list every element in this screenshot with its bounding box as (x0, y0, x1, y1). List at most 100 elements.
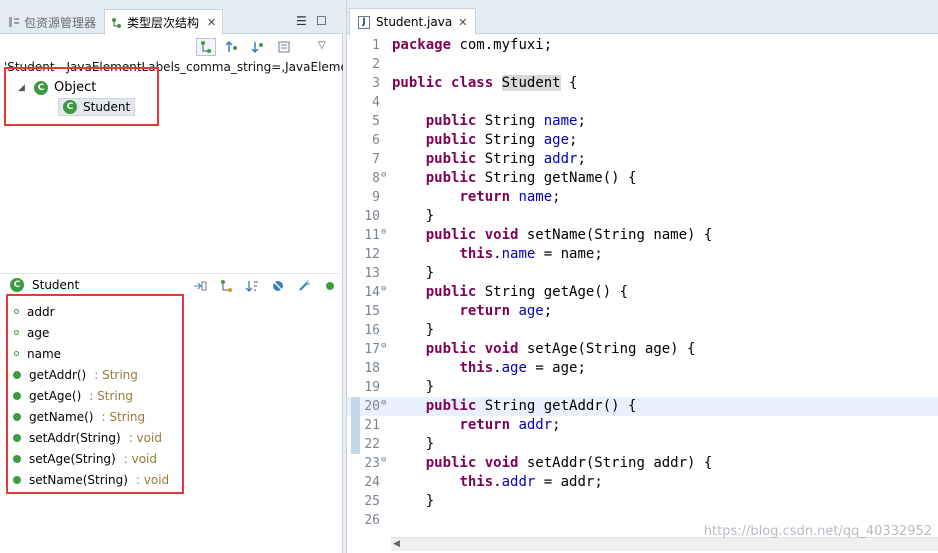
horizontal-scrollbar[interactable]: ◀ (391, 537, 938, 551)
subtype-hierarchy-icon (251, 42, 263, 54)
line-number: 1 (372, 38, 380, 53)
code-line[interactable]: 2 (347, 55, 938, 74)
tab-package-explorer-label: 包资源管理器 (24, 15, 97, 30)
code-line[interactable]: 20 ⊖ public String getAddr() { (347, 397, 938, 416)
code-text: this.addr = addr; (459, 474, 603, 490)
hide-non-public-button[interactable] (320, 277, 340, 295)
code-line[interactable]: 23 ⊖ public void setAddr(String addr) { (347, 454, 938, 473)
tab-student-java[interactable]: J Student.java ✕ (349, 8, 477, 35)
code-text: } (392, 436, 435, 452)
show-inherited-members-button[interactable] (216, 277, 236, 295)
scroll-left-icon[interactable]: ◀ (393, 539, 400, 549)
hide-fields-icon (272, 280, 284, 292)
code-text: public String getName() { (425, 170, 637, 186)
line-number: 3 (372, 76, 380, 91)
line-number: 24 (364, 475, 380, 490)
view-menu-icon[interactable]: ☰ (296, 14, 307, 28)
code-line[interactable]: 3 public class Student { (347, 74, 938, 93)
fold-toggle-icon[interactable]: ⊖ (381, 223, 386, 242)
code-line[interactable]: 10 } (347, 207, 938, 226)
highlight-box-members (6, 294, 184, 494)
line-number: 23 (364, 456, 380, 471)
code-line[interactable]: 12 this.name = name; (347, 245, 938, 264)
code-line[interactable]: 15 return age; (347, 302, 938, 321)
type-hierarchy-view: 包资源管理器 类型层次结构 ✕ ☰ ☐ ▽ 'Student - JavaEle… (0, 0, 343, 553)
code-line[interactable]: 25 } (347, 492, 938, 511)
member-toolbar: S (190, 277, 340, 295)
code-line[interactable]: 9 return name; (347, 188, 938, 207)
show-type-hierarchy-button[interactable] (196, 38, 216, 56)
code-line[interactable]: 6 public String age; (347, 131, 938, 150)
line-number: 9 (372, 190, 380, 205)
show-supertype-hierarchy-button[interactable] (222, 38, 242, 56)
code-text: public class Student { (392, 75, 578, 91)
code-text: } (392, 208, 435, 224)
fold-toggle-icon[interactable]: ⊖ (381, 337, 386, 356)
code-text: return age; (459, 303, 553, 319)
history-list-icon (278, 41, 290, 53)
code-line[interactable]: 1 package com.myfuxi; (347, 36, 938, 55)
code-line[interactable]: 22 } (347, 435, 938, 454)
code-text: public String addr; (425, 151, 586, 167)
code-text: public void setAddr(String addr) { (425, 455, 713, 471)
code-text: } (392, 379, 435, 395)
fold-toggle-icon[interactable]: ⊖ (381, 394, 386, 413)
fold-toggle-icon[interactable]: ⊖ (381, 166, 386, 185)
code-text: this.age = age; (459, 360, 586, 376)
close-tab-icon[interactable]: ✕ (458, 16, 467, 29)
supertype-hierarchy-icon (225, 40, 237, 52)
type-hierarchy-icon (201, 41, 211, 53)
code-line[interactable]: 14 ⊖ public String getAge() { (347, 283, 938, 302)
code-line[interactable]: 5 public String name; (347, 112, 938, 131)
tab-package-explorer[interactable]: 包资源管理器 (2, 10, 102, 34)
fold-toggle-icon[interactable]: ⊖ (381, 451, 386, 470)
line-number: 5 (372, 114, 380, 129)
code-area[interactable]: 1 package com.myfuxi; 2 3 public class Stude… (347, 36, 938, 530)
code-line[interactable]: 16 } (347, 321, 938, 340)
lock-view-button[interactable] (190, 277, 210, 295)
lock-view-icon (194, 281, 207, 291)
editor-tab-bar: J Student.java ✕ (347, 0, 938, 35)
tab-type-hierarchy[interactable]: 类型层次结构 ✕ (104, 9, 224, 35)
highlight-box-hierarchy (4, 67, 159, 126)
public-method-icon (326, 282, 334, 290)
code-line[interactable]: 21 return addr; (347, 416, 938, 435)
view-menu-chevron-down-icon[interactable]: ▽ (318, 40, 326, 51)
hide-static-button[interactable]: S (294, 277, 314, 295)
code-line[interactable]: 19 } (347, 378, 938, 397)
fold-toggle-icon[interactable]: ⊖ (381, 280, 386, 299)
svg-text:S: S (306, 280, 310, 287)
line-number: 4 (372, 95, 380, 110)
history-button[interactable] (274, 38, 294, 56)
code-line[interactable]: 18 this.age = age; (347, 359, 938, 378)
line-number: 16 (364, 323, 380, 338)
line-number: 15 (364, 304, 380, 319)
eclipse-window: 包资源管理器 类型层次结构 ✕ ☰ ☐ ▽ 'Student - JavaEle… (0, 0, 938, 553)
line-number: 2 (372, 57, 380, 72)
show-subtype-hierarchy-button[interactable] (248, 38, 268, 56)
line-number: 17 (364, 342, 380, 357)
code-text: public String getAge() { (425, 284, 629, 300)
code-line[interactable]: 11 ⊖ public void setName(String name) { (347, 226, 938, 245)
maximize-icon[interactable]: ☐ (316, 14, 327, 28)
sort-icon (245, 281, 258, 292)
hierarchy-toolbar (196, 38, 294, 56)
code-text: public String getAddr() { (425, 398, 637, 414)
code-line[interactable]: 8 ⊖ public String getName() { (347, 169, 938, 188)
code-line[interactable]: 24 this.addr = addr; (347, 473, 938, 492)
type-hierarchy-icon (112, 17, 121, 28)
line-number: 6 (372, 133, 380, 148)
code-line[interactable]: 7 public String addr; (347, 150, 938, 169)
line-number: 19 (364, 380, 380, 395)
close-tab-icon[interactable]: ✕ (207, 16, 216, 29)
editor-tab-label: Student.java (376, 15, 453, 29)
hide-static-icon: S (299, 280, 310, 291)
code-line[interactable]: 13 } (347, 264, 938, 283)
hide-fields-button[interactable] (268, 277, 288, 295)
sort-members-button[interactable] (242, 277, 262, 295)
code-line[interactable]: 4 (347, 93, 938, 112)
member-list-header: C Student (10, 278, 79, 292)
code-text: public void setAge(String age) { (425, 341, 696, 357)
code-line[interactable]: 17 ⊖ public void setAge(String age) { (347, 340, 938, 359)
code-text: } (392, 322, 435, 338)
